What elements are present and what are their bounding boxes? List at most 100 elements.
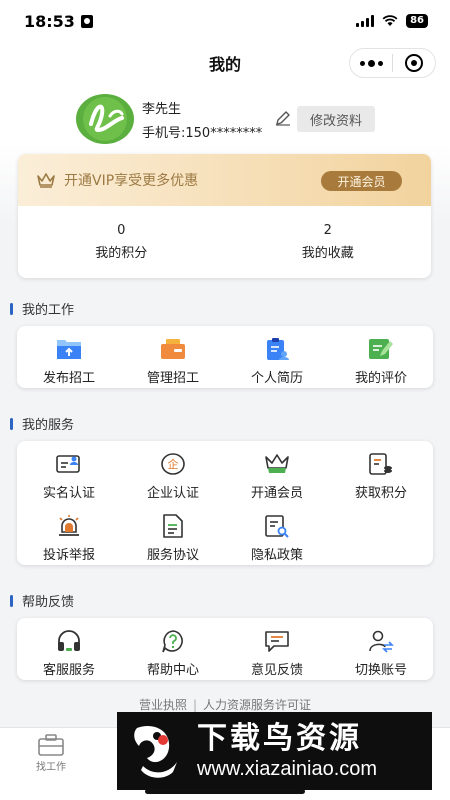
crown-icon: [37, 173, 55, 188]
section-title-work: 我的工作: [10, 299, 74, 318]
review-icon: [369, 339, 393, 359]
grid-item-resume[interactable]: 个人简历: [225, 326, 329, 388]
stat-label: 我的收藏: [301, 246, 354, 261]
grid-label: 管理招工: [146, 371, 199, 386]
grid-label: 切换账号: [354, 663, 407, 678]
grid-label: 投诉举报: [42, 548, 95, 563]
briefcase-icon: [38, 734, 64, 756]
vip-banner[interactable]: 开通VIP享受更多优惠 开通会员: [18, 154, 431, 206]
avatar[interactable]: [76, 94, 134, 144]
section-title-service: 我的服务: [10, 414, 74, 433]
alarm-icon: [59, 515, 79, 536]
vip-card: 开通VIP享受更多优惠 开通会员 0 我的积分 2 我的收藏: [18, 154, 431, 278]
grid-item-enterprise[interactable]: 企 企业认证: [121, 441, 225, 503]
wifi-icon: [382, 15, 398, 26]
privacy-icon: [265, 515, 289, 538]
grid-label: 发布招工: [42, 371, 95, 386]
user-profile[interactable]: 李先生 手机号:150********: [76, 94, 262, 144]
grid-item-service-agreement[interactable]: 服务协议: [121, 503, 225, 565]
sim-icon: [80, 14, 93, 28]
resume-icon: [267, 338, 289, 360]
user-name: 李先生: [142, 101, 182, 117]
grid-label: 个人简历: [250, 371, 303, 386]
watermark-logo: [123, 718, 189, 784]
nav-bar: 我的: [0, 42, 450, 84]
grid-label: 获取积分: [354, 486, 407, 501]
service-grid: 实名认证 企 企业认证 开通会员 获取积分 投诉举报 服务协议 隐私政策: [17, 441, 433, 565]
stat-favorites[interactable]: 2 我的收藏: [225, 223, 432, 261]
more-button[interactable]: [350, 49, 392, 77]
footer-links: 营业执照 | 人力资源服务许可证: [0, 696, 450, 713]
upload-folder-icon: [57, 340, 81, 359]
grid-item-real-name[interactable]: 实名认证: [17, 441, 121, 503]
section-title-help: 帮助反馈: [10, 591, 74, 610]
vip-promo-text: 开通VIP享受更多优惠: [64, 173, 199, 189]
watermark-url: www.xiazainiao.com: [197, 758, 378, 780]
user-phone: 手机号:150********: [142, 125, 263, 141]
grid-label: 企业认证: [146, 486, 199, 501]
business-license-link[interactable]: 营业执照: [139, 698, 187, 712]
grid-label: 客服服务: [42, 663, 95, 678]
miniprogram-capsule: [349, 48, 436, 78]
edit-icon[interactable]: [275, 110, 291, 126]
grid-label: 开通会员: [250, 486, 303, 501]
status-indicators: 86: [356, 14, 428, 28]
close-miniprogram-button[interactable]: [393, 49, 435, 77]
grid-label: 帮助中心: [146, 663, 199, 678]
stat-points[interactable]: 0 我的积分: [18, 223, 225, 261]
more-dots-icon: [359, 59, 383, 67]
id-card-icon: [56, 455, 80, 473]
grid-item-get-points[interactable]: 获取积分: [329, 441, 433, 503]
signal-icon: [356, 15, 375, 27]
watermark-banner: 下载鸟资源 www.xiazainiao.com: [117, 712, 432, 790]
main-content: 李先生 手机号:150******** 修改资料 开通VIP享受更多优惠 开通会…: [0, 84, 450, 800]
clock: 18:53: [24, 11, 75, 31]
target-icon: [405, 54, 423, 72]
edit-profile-button[interactable]: 修改资料: [297, 106, 375, 132]
document-icon: [163, 514, 183, 538]
tab-find-job[interactable]: 找工作: [36, 734, 66, 773]
home-indicator: [145, 789, 305, 794]
stat-label: 我的积分: [95, 246, 148, 261]
stat-value: 0: [117, 223, 126, 238]
grid-item-my-reviews[interactable]: 我的评价: [329, 326, 433, 388]
open-vip-button[interactable]: 开通会员: [321, 171, 402, 191]
watermark-title: 下载鸟资源: [197, 721, 362, 756]
stats-row: 0 我的积分 2 我的收藏: [18, 206, 431, 278]
grid-item-manage-jobs[interactable]: 管理招工: [121, 326, 225, 388]
crown-icon: [265, 454, 289, 473]
page-title: 我的: [208, 55, 241, 74]
svg-text:企: 企: [168, 457, 179, 471]
grid-item-privacy[interactable]: 隐私政策: [225, 503, 329, 565]
feedback-icon: [265, 631, 289, 652]
grid-item-feedback[interactable]: 意见反馈: [225, 618, 329, 680]
grid-label: 意见反馈: [250, 663, 303, 678]
hr-permit-link[interactable]: 人力资源服务许可证: [203, 698, 311, 712]
headset-icon: [58, 630, 80, 651]
briefcase-icon: [161, 339, 185, 359]
grid-item-complaint[interactable]: 投诉举报: [17, 503, 121, 565]
enterprise-icon: 企: [161, 453, 185, 475]
tab-label: 找工作: [36, 762, 66, 773]
grid-item-customer-service[interactable]: 客服服务: [17, 618, 121, 680]
grid-label: 隐私政策: [250, 548, 303, 563]
footer-divider: |: [192, 698, 198, 712]
brand-logo-icon: [83, 97, 127, 141]
work-grid: 发布招工 管理招工 个人简历 我的评价: [17, 326, 433, 388]
grid-item-post-job[interactable]: 发布招工: [17, 326, 121, 388]
stat-value: 2: [323, 223, 332, 238]
grid-label: 实名认证: [42, 486, 95, 501]
grid-label: 服务协议: [146, 548, 199, 563]
grid-item-open-vip[interactable]: 开通会员: [225, 441, 329, 503]
battery-indicator: 86: [406, 14, 428, 28]
grid-label: 我的评价: [354, 371, 407, 386]
status-bar: 18:53 86: [0, 0, 450, 42]
status-time: 18:53: [24, 12, 93, 31]
switch-account-icon: [369, 630, 394, 653]
bird-logo-icon: [134, 726, 177, 778]
help-grid: 客服服务 帮助中心 意见反馈 切换账号: [17, 618, 433, 680]
grid-item-switch-account[interactable]: 切换账号: [329, 618, 433, 680]
grid-item-help-center[interactable]: 帮助中心: [121, 618, 225, 680]
points-icon: [369, 453, 392, 475]
help-icon: [162, 630, 183, 653]
